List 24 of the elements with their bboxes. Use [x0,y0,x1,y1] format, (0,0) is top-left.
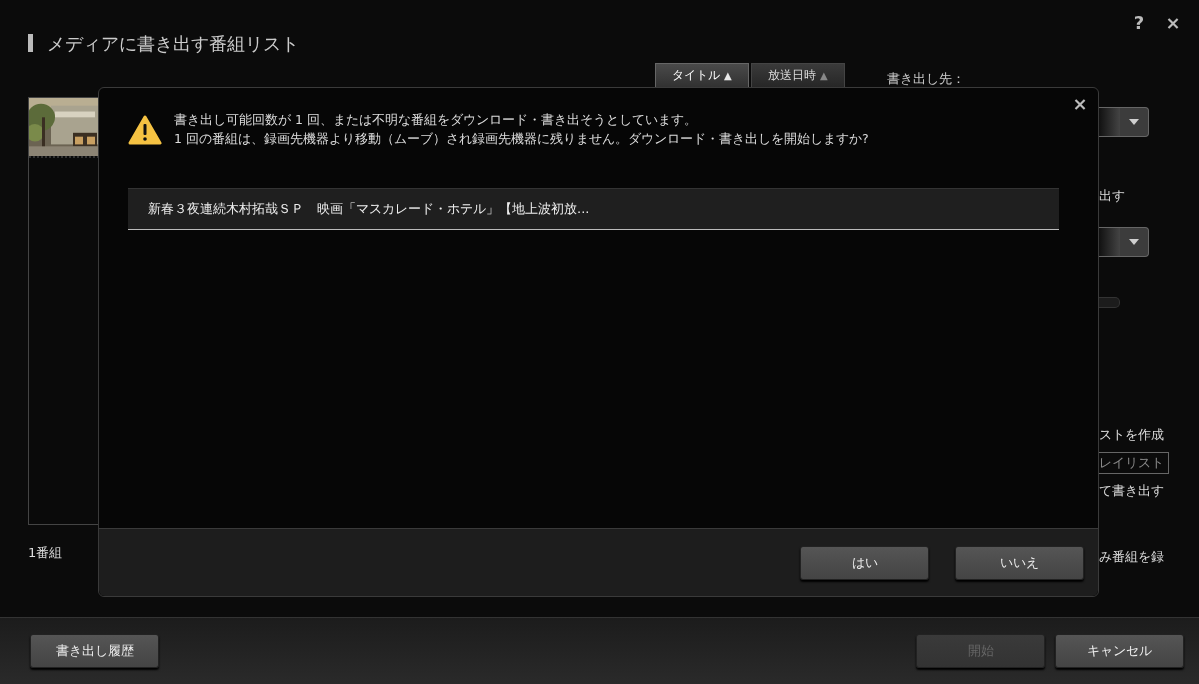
warning-icon [128,115,162,145]
help-button[interactable]: ? [1125,10,1153,34]
yes-button[interactable]: はい [800,545,929,580]
program-row[interactable]: 新春３夜連続木村拓哉ＳＰ 映画「マスカレード・ホテル」【地上波初放... [128,188,1059,230]
dropdown[interactable] [1099,107,1149,137]
close-button[interactable]: × [1070,92,1090,114]
slider-track[interactable] [1099,297,1120,308]
cancel-button[interactable]: キャンセル [1055,634,1184,668]
option-label: 出す [1099,187,1125,205]
program-count: 1番組 [28,544,64,562]
close-button[interactable]: × [1159,10,1187,34]
option-label: て書き出す [1099,482,1164,500]
caret-icon [1128,118,1140,126]
caret-icon [1128,238,1140,246]
dropdown[interactable] [1099,227,1149,257]
destination-label: 書き出し先： [887,70,965,88]
window-title: メディアに書き出す番組リスト [47,32,299,56]
warning-message: 1 回の番組は、録画先機器より移動（ムーブ）され録画先機器に残りません。ダウンロード・書き出しを開始しますか? [174,131,869,148]
no-button[interactable]: いいえ [955,545,1084,580]
title-marker [28,34,33,52]
option-label: み番組を録 [1099,548,1164,566]
history-button[interactable]: 書き出し履歴 [30,634,159,668]
option-label: ストを作成 [1099,426,1164,444]
warning-message: 書き出し可能回数が 1 回、または不明な番組をダウンロード・書き出そうとしています。 [174,112,698,129]
